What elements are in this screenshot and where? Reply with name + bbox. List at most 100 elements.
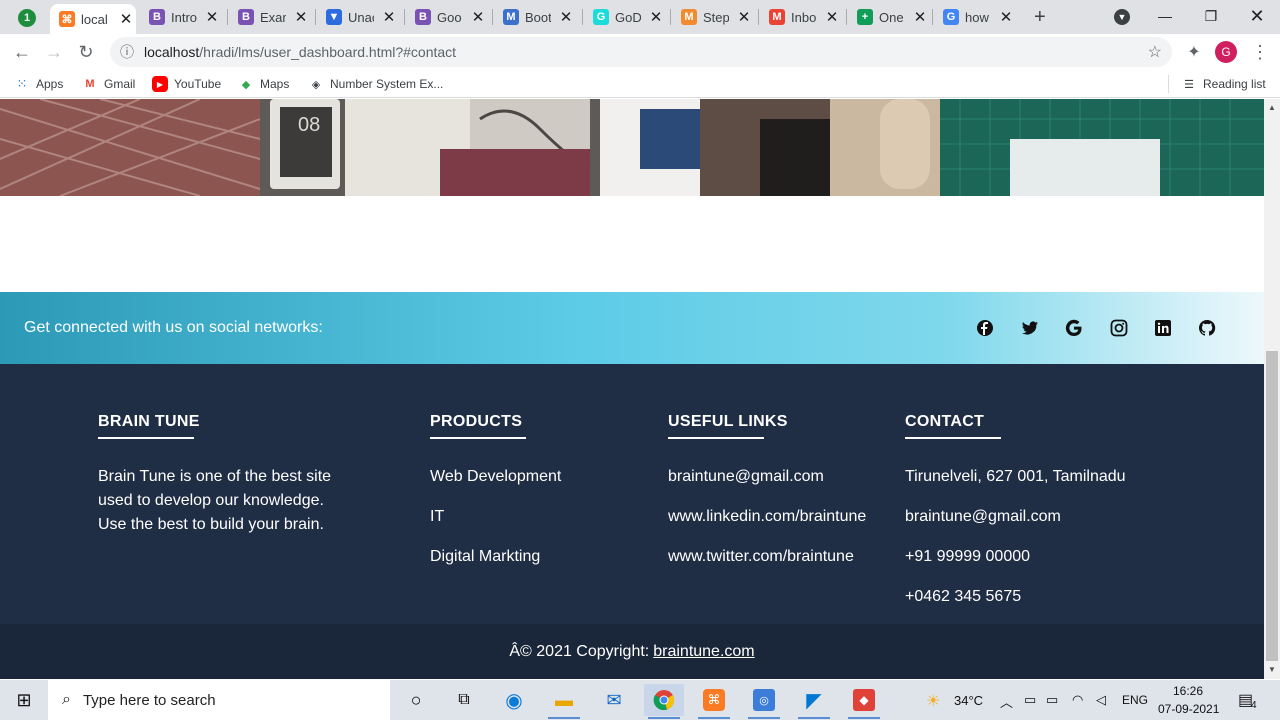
bookmark-number-system[interactable]: ◈ Number System Ex... [308,76,444,92]
copyright-link[interactable]: braintune.com [653,643,754,661]
profile-avatar[interactable]: G [1215,41,1237,63]
browser-tab[interactable]: Ghow ✕ [934,4,1016,30]
site-footer: BRAIN TUNE Brain Tune is one of the best… [0,364,1264,624]
tab-group-badge[interactable]: 1 [18,9,36,27]
weather-icon[interactable]: ☀ [926,691,940,711]
clock-time[interactable]: 16:26 [1173,684,1203,698]
xampp-icon: ⌘ [59,11,75,27]
clock-date[interactable]: 07-09-2021 [1158,702,1219,716]
windows-start-icon[interactable]: ⊞ [4,684,44,716]
browser-tab[interactable]: ⌘ local ✕ [50,4,136,34]
git-icon[interactable]: ◆ [844,684,884,719]
browser-tab[interactable]: B Exam ✕ [229,4,311,30]
battery-icon[interactable]: ▭ [1046,692,1058,708]
bookmark-maps[interactable]: ◆ Maps [238,76,290,92]
address-bar[interactable]: ⓘ localhost/hradi/lms/user_dashboard.htm… [110,37,1172,67]
linkedin-icon[interactable] [1154,319,1172,337]
menu-icon[interactable]: ⋮ [1246,38,1274,66]
browser-tab[interactable]: M Inbo ✕ [760,4,842,30]
mail-icon[interactable]: ✉ [594,684,634,716]
new-tab-button[interactable]: + [1034,6,1046,29]
info-icon[interactable]: ⓘ [120,42,134,62]
tray-chevron-icon[interactable]: ︿ [1000,692,1013,711]
scroll-up-arrow[interactable]: ▲ [1268,103,1276,112]
m-icon: M [681,9,697,25]
youtube-icon: ▶ [152,76,168,92]
app-icon[interactable]: ◎ [744,684,784,719]
bookmark-star-icon[interactable]: ☆ [1148,42,1162,62]
twitter-icon[interactable] [1021,319,1039,337]
language-indicator[interactable]: ENG [1122,693,1148,707]
cortana-icon[interactable]: ○ [396,684,436,716]
close-tab-icon[interactable]: ✕ [998,8,1014,26]
restore-button[interactable]: ❐ [1188,0,1234,32]
edge-icon[interactable]: ◉ [494,684,534,716]
scroll-down-arrow[interactable]: ▼ [1268,665,1276,674]
close-tab-icon[interactable]: ✕ [912,8,928,26]
close-tab-icon[interactable]: ✕ [293,8,309,26]
page-scrollbar[interactable]: ▲ ▼ [1264,99,1280,679]
useful-link[interactable]: www.twitter.com/braintune [668,545,854,569]
minimize-button[interactable]: — [1142,0,1188,32]
bookmark-gmail[interactable]: M Gmail [82,76,135,92]
copyright-text: Â© 2021 Copyright: [509,642,650,660]
back-button[interactable]: ← [8,38,36,66]
google-icon[interactable] [1065,319,1083,337]
vscode-icon[interactable]: ◤ [794,684,834,719]
extensions-icon[interactable]: ✦ [1180,38,1208,66]
file-explorer-icon[interactable]: ▬ [544,684,584,719]
task-view-icon[interactable]: ⧉ [444,684,484,716]
browser-tab[interactable]: + One ✕ [848,4,930,30]
product-link[interactable]: Web Development [430,465,561,489]
close-tab-icon[interactable]: ✕ [558,8,574,26]
contact-phone: +0462 345 5675 [905,588,1022,605]
useful-link[interactable]: braintune@gmail.com [668,465,824,489]
product-link[interactable]: Digital Markting [430,545,540,569]
svg-text:08: 08 [298,114,320,136]
browser-tab[interactable]: M Step ✕ [672,4,754,30]
xampp-icon[interactable]: ⌘ [694,684,734,719]
browser-tab[interactable]: ▼ Unac ✕ [317,4,399,30]
chrome-icon[interactable] [644,684,684,719]
mdb-icon: M [503,9,519,25]
bookmark-apps[interactable]: ⁙ Apps [14,76,64,92]
scrollbar-thumb[interactable] [1266,351,1278,661]
products-heading: PRODUCTS [430,413,527,439]
facebook-icon[interactable] [976,319,994,337]
copyright-bar: Â© 2021 Copyright: braintune.com [0,624,1264,679]
close-tab-icon[interactable]: ✕ [648,8,664,26]
browser-tab[interactable]: B Goo ✕ [406,4,488,30]
close-tab-icon[interactable]: ✕ [204,8,220,26]
volume-icon[interactable]: ◁ [1096,692,1106,708]
instagram-icon[interactable] [1110,319,1128,337]
useful-link[interactable]: www.linkedin.com/braintune [668,505,866,529]
tab-title: local [81,11,107,27]
reading-list-button[interactable]: ☰ Reading list [1181,76,1266,92]
wifi-icon[interactable]: ◠ [1072,692,1083,708]
taskbar-search-box[interactable]: ⌕ Type here to search [48,680,390,720]
product-link[interactable]: IT [430,505,444,529]
tab-separator [404,9,405,25]
reading-list-icon: ☰ [1184,78,1194,91]
forward-button[interactable]: → [40,38,68,66]
close-tab-icon[interactable]: ✕ [118,10,134,28]
browser-tab[interactable]: G GoD ✕ [584,4,666,30]
weather-temp[interactable]: 34°C [954,693,983,708]
browser-tab[interactable]: M Boot ✕ [494,4,576,30]
tab-title: Boot [525,9,551,25]
tab-separator [582,9,583,25]
browser-tab[interactable]: B Intro ✕ [140,4,222,30]
tray-device-icon[interactable]: ▭ [1024,692,1036,708]
close-window-button[interactable]: ✕ [1234,0,1280,32]
close-tab-icon[interactable]: ✕ [381,8,397,26]
close-tab-icon[interactable]: ✕ [470,8,486,26]
close-tab-icon[interactable]: ✕ [824,8,840,26]
tab-search-icon[interactable]: ▼ [1114,9,1130,25]
github-icon[interactable] [1198,319,1216,337]
gmail-icon: M [85,78,95,90]
url-text[interactable]: localhost/hradi/lms/user_dashboard.html?… [144,44,456,60]
bookmark-youtube[interactable]: ▶ YouTube [152,76,221,92]
brand-line: Use the best to build your brain. [98,516,324,533]
reload-button[interactable]: ↻ [72,38,100,66]
close-tab-icon[interactable]: ✕ [736,8,752,26]
